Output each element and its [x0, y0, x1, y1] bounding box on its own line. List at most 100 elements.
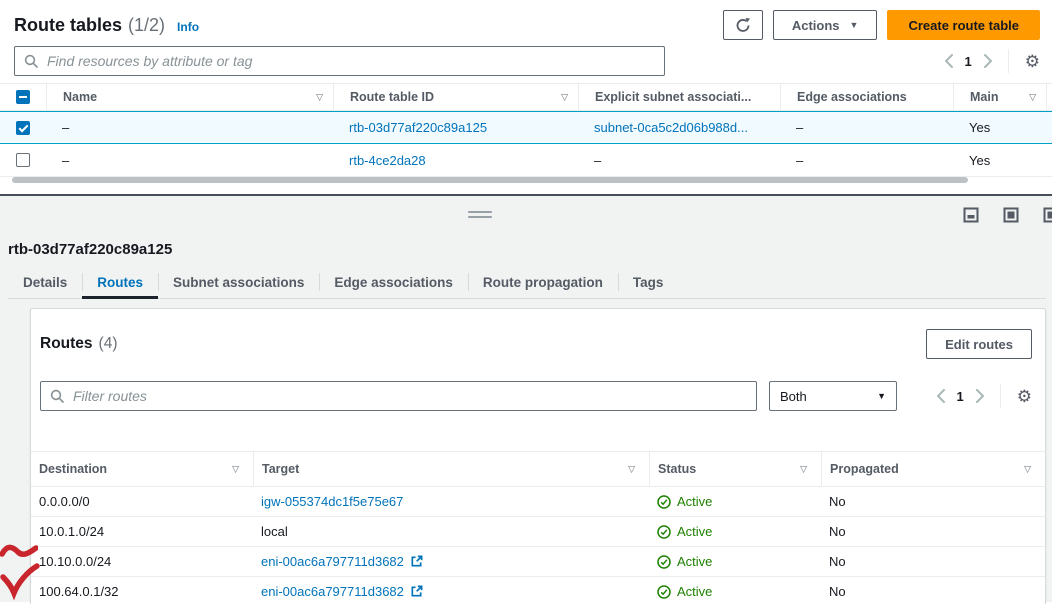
- status-ok-icon: [657, 495, 671, 509]
- tab-routes[interactable]: Routes: [82, 266, 158, 298]
- create-route-table-button[interactable]: Create route table: [887, 10, 1040, 40]
- sort-icon[interactable]: ▽: [1029, 92, 1036, 103]
- route-tables-console: Route tables (1/2) Info Actions ▼ Create…: [0, 0, 1052, 604]
- chevron-left-icon[interactable]: [937, 389, 945, 403]
- status-ok-icon: [657, 585, 671, 599]
- tab-edge-associations[interactable]: Edge associations: [319, 266, 468, 298]
- status-text: Active: [677, 584, 712, 599]
- list-toolbar: 1 ⚙: [0, 40, 1052, 76]
- sort-icon[interactable]: ▽: [800, 464, 807, 475]
- cell-name: –: [46, 153, 333, 168]
- cell-edge-associations: –: [780, 120, 953, 135]
- tab-tags[interactable]: Tags: [618, 266, 679, 298]
- sort-icon[interactable]: ▽: [561, 92, 568, 103]
- gear-icon[interactable]: ⚙: [1017, 388, 1032, 405]
- filter-routes-input[interactable]: [71, 387, 747, 405]
- caret-down-icon: ▼: [877, 391, 886, 401]
- search-icon: [24, 54, 38, 68]
- cell-propagated: No: [821, 584, 1045, 599]
- column-header-main[interactable]: Main ▽: [953, 84, 1046, 110]
- route-tables-table: Name ▽ Route table ID ▽ Explicit subnet …: [0, 83, 1052, 183]
- divider: [1000, 384, 1001, 408]
- list-header: Route tables (1/2) Info Actions ▼ Create…: [0, 0, 1052, 40]
- tab-subnet-associations[interactable]: Subnet associations: [158, 266, 319, 298]
- caret-down-icon: ▼: [850, 20, 859, 30]
- split-panel-drag-handle[interactable]: [468, 211, 492, 221]
- subnet-association-link[interactable]: subnet-0ca5c2d06b988d...: [594, 120, 748, 135]
- column-header-name[interactable]: Name ▽: [46, 84, 333, 110]
- route-row[interactable]: 100.64.0.1/32 eni-00ac6a797711d3682 Acti…: [31, 577, 1045, 604]
- route-table-id-link[interactable]: rtb-4ce2da28: [349, 153, 426, 168]
- refresh-button[interactable]: [723, 10, 763, 40]
- cell-destination: 0.0.0.0/0: [31, 494, 253, 509]
- cell-destination: 10.10.0.0/24: [31, 554, 253, 569]
- cell-name: –: [46, 120, 333, 135]
- horizontal-scrollbar: [0, 177, 1052, 183]
- row-checkbox[interactable]: [16, 153, 30, 167]
- target-link[interactable]: igw-055374dc1f5e75e67: [261, 494, 403, 509]
- search-icon: [50, 389, 64, 403]
- status-ok-icon: [657, 555, 671, 569]
- divider: [1008, 49, 1009, 73]
- list-pagination: 1 ⚙: [945, 49, 1040, 73]
- split-panel-position-side-icon[interactable]: [1003, 207, 1019, 226]
- external-link-icon[interactable]: [410, 555, 423, 568]
- page-number[interactable]: 1: [965, 54, 972, 69]
- page-number[interactable]: 1: [957, 389, 964, 404]
- target-link[interactable]: eni-00ac6a797711d3682: [261, 554, 404, 569]
- routes-title: Routes: [40, 335, 93, 353]
- routes-count: (4): [99, 335, 118, 353]
- select-all-checkbox[interactable]: [16, 90, 30, 104]
- split-panel-header: [0, 194, 1052, 233]
- tab-details[interactable]: Details: [8, 266, 82, 298]
- external-link-icon[interactable]: [410, 585, 423, 598]
- column-header-edge-associations[interactable]: Edge associations: [780, 84, 953, 110]
- sort-icon[interactable]: ▽: [1024, 464, 1031, 475]
- sort-icon[interactable]: ▽: [628, 464, 635, 475]
- cell-main: Yes: [953, 153, 1046, 168]
- table-row[interactable]: – rtb-03d77af220c89a125 subnet-0ca5c2d06…: [0, 111, 1052, 144]
- column-header-spacer: [1046, 84, 1052, 110]
- split-panel-preferences-icon[interactable]: [1043, 207, 1052, 226]
- chevron-right-icon[interactable]: [976, 389, 984, 403]
- split-panel-position-bottom-icon[interactable]: [963, 207, 979, 226]
- column-header-propagated[interactable]: Propagated ▽: [821, 452, 1045, 486]
- column-header-destination[interactable]: Destination ▽: [31, 452, 253, 486]
- sort-icon[interactable]: ▽: [316, 92, 323, 103]
- status-text: Active: [677, 494, 712, 509]
- detail-panel: rtb-03d77af220c89a125 Details Routes Sub…: [0, 233, 1052, 602]
- table-row[interactable]: – rtb-4ce2da28 – – Yes: [0, 144, 1052, 177]
- chevron-right-icon[interactable]: [984, 54, 992, 68]
- search-input[interactable]: [45, 52, 655, 70]
- table-header-row: Name ▽ Route table ID ▽ Explicit subnet …: [0, 83, 1052, 111]
- routes-table: Destination ▽ Target ▽ Status ▽ Propagat…: [31, 451, 1045, 604]
- detail-tabs: Details Routes Subnet associations Edge …: [8, 266, 1046, 299]
- chevron-left-icon[interactable]: [945, 54, 953, 68]
- actions-button[interactable]: Actions ▼: [773, 10, 878, 40]
- status-text: Active: [677, 554, 712, 569]
- status-text: Active: [677, 524, 712, 539]
- column-header-status[interactable]: Status ▽: [649, 452, 821, 486]
- route-row[interactable]: 10.0.1.0/24 local Active No: [31, 517, 1045, 547]
- cell-propagated: No: [821, 494, 1045, 509]
- info-link[interactable]: Info: [177, 20, 199, 34]
- cell-propagated: No: [821, 524, 1045, 539]
- route-table-id-link[interactable]: rtb-03d77af220c89a125: [349, 120, 487, 135]
- route-row[interactable]: 10.10.0.0/24 eni-00ac6a797711d3682 Activ…: [31, 547, 1045, 577]
- scrollbar-thumb[interactable]: [12, 177, 968, 183]
- routes-header-row: Destination ▽ Target ▽ Status ▽ Propagat…: [31, 451, 1045, 487]
- sort-icon[interactable]: ▽: [232, 464, 239, 475]
- tab-route-propagation[interactable]: Route propagation: [468, 266, 618, 298]
- page-title: Route tables: [14, 15, 122, 36]
- column-header-target[interactable]: Target ▽: [253, 452, 649, 486]
- column-header-explicit-subnet[interactable]: Explicit subnet associati...: [578, 84, 780, 110]
- target-link[interactable]: eni-00ac6a797711d3682: [261, 584, 404, 599]
- cell-propagated: No: [821, 554, 1045, 569]
- selection-count: (1/2): [128, 15, 165, 36]
- column-header-route-table-id[interactable]: Route table ID ▽: [333, 84, 578, 110]
- route-row[interactable]: 0.0.0.0/0 igw-055374dc1f5e75e67 Active N…: [31, 487, 1045, 517]
- route-type-select[interactable]: Both ▼: [769, 381, 897, 411]
- row-checkbox[interactable]: [16, 121, 30, 135]
- gear-icon[interactable]: ⚙: [1025, 53, 1040, 70]
- edit-routes-button[interactable]: Edit routes: [926, 329, 1032, 359]
